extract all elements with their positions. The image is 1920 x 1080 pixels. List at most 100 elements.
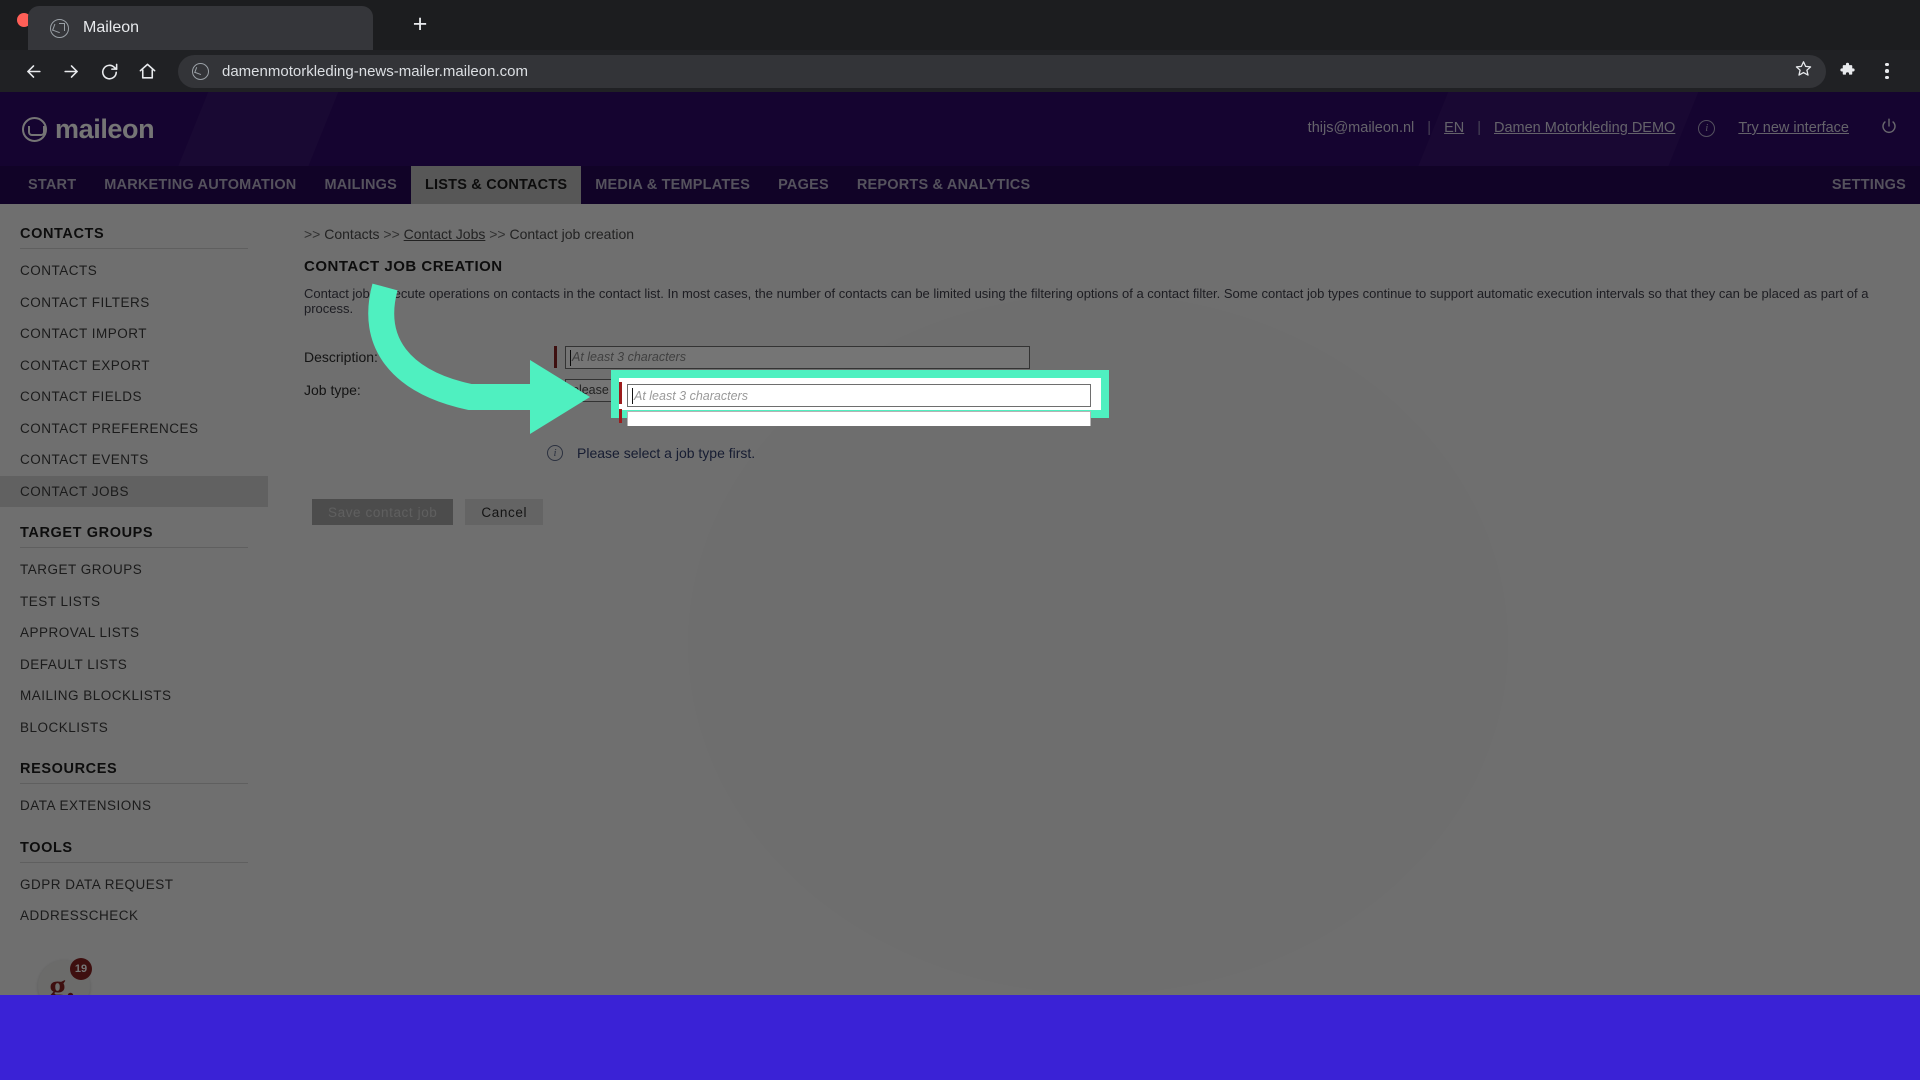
sidebar-group-target-groups: TARGET GROUPS TARGET GROUPS TEST LISTS A…	[0, 517, 268, 743]
kebab-menu-icon[interactable]	[1870, 54, 1904, 88]
back-arrow-icon[interactable]	[16, 54, 50, 88]
forward-arrow-icon[interactable]	[54, 54, 88, 88]
reload-icon[interactable]	[92, 54, 126, 88]
chevron-down-icon	[1015, 387, 1023, 393]
browser-tab[interactable]: Maileon	[28, 6, 373, 50]
account-selector[interactable]: Damen Motorkleding DEMO	[1494, 120, 1675, 136]
globe-icon	[50, 18, 69, 38]
page-viewport: maileon thijs@maileon.nl | EN | Damen Mo…	[0, 92, 1920, 1080]
form-row-description: Description: At least 3 characters	[304, 344, 1920, 370]
sidebar-item-approval-lists[interactable]: APPROVAL LISTS	[0, 617, 268, 649]
browser-toolbar: damenmotorkleding-news-mailer.maileon.co…	[0, 50, 1920, 92]
breadcrumb-item-contact-jobs[interactable]: Contact Jobs	[404, 226, 486, 242]
sidebar-item-target-groups[interactable]: TARGET GROUPS	[0, 554, 268, 586]
app-body: CONTACTS CONTACTS CONTACT FILTERS CONTAC…	[0, 204, 1920, 1067]
nav-item-start[interactable]: START	[14, 166, 90, 204]
sidebar: CONTACTS CONTACTS CONTACT FILTERS CONTAC…	[0, 204, 268, 1067]
required-marker	[554, 346, 557, 368]
bottom-accent-strip	[0, 995, 1920, 1080]
nav-item-pages[interactable]: PAGES	[764, 166, 843, 204]
maileon-application: maileon thijs@maileon.nl | EN | Damen Mo…	[0, 92, 1920, 1080]
save-contact-job-button[interactable]: Save contact job	[312, 499, 454, 525]
puzzle-icon[interactable]	[1830, 54, 1864, 88]
sidebar-divider	[20, 861, 248, 863]
sidebar-item-contact-fields[interactable]: CONTACT FIELDS	[0, 381, 268, 413]
home-icon[interactable]	[130, 54, 164, 88]
nav-item-reports-and-analytics[interactable]: REPORTS & ANALYTICS	[843, 166, 1045, 204]
browser-tabstrip: Maileon +	[0, 0, 1920, 50]
sidebar-item-contact-filters[interactable]: CONTACT FILTERS	[0, 287, 268, 319]
description-label: Description:	[304, 349, 378, 365]
description-input[interactable]: At least 3 characters	[565, 345, 1030, 369]
description-placeholder: At least 3 characters	[572, 350, 686, 364]
header-account-bar: thijs@maileon.nl | EN | Damen Motorkledi…	[1308, 117, 1898, 139]
sidebar-group-resources: RESOURCES DATA EXTENSIONS	[0, 753, 268, 822]
address-bar[interactable]: damenmotorkleding-news-mailer.maileon.co…	[178, 54, 1826, 88]
header-separator-2: |	[1477, 120, 1481, 136]
sidebar-item-blocklists[interactable]: BLOCKLISTS	[0, 712, 268, 744]
info-icon: i	[547, 445, 563, 461]
jobtype-hint-text: Please select a job type first.	[577, 445, 756, 461]
trust-badge-count: 19	[70, 957, 92, 980]
header-separator-1: |	[1427, 120, 1432, 136]
nav-item-mailings[interactable]: MAILINGS	[310, 166, 411, 204]
page-title: CONTACT JOB CREATION	[304, 258, 503, 275]
browser-chrome: Maileon + damenmotorkleding-news-mailer.…	[0, 0, 1920, 92]
browser-tab-title: Maileon	[83, 19, 140, 36]
language-selector[interactable]: EN	[1444, 120, 1464, 136]
text-caret	[570, 349, 571, 366]
jobtype-hint: i Please select a job type first.	[547, 445, 1920, 461]
jobtype-selected-value: please select	[572, 383, 645, 397]
breadcrumb: >> Contacts >> Contact Jobs >> Contact j…	[304, 226, 1920, 242]
required-marker	[554, 379, 557, 401]
breadcrumb-sep-2: >>	[383, 226, 400, 242]
main-content: >> Contacts >> Contact Jobs >> Contact j…	[268, 204, 1920, 1067]
sidebar-item-contact-events[interactable]: CONTACT EVENTS	[0, 444, 268, 476]
sidebar-divider	[20, 248, 248, 249]
sidebar-item-gdpr-data-request[interactable]: GDPR DATA REQUEST	[0, 869, 268, 901]
maileon-logo-icon	[22, 117, 47, 142]
sidebar-item-contact-import[interactable]: CONTACT IMPORT	[0, 318, 268, 350]
user-email: thijs@maileon.nl	[1307, 120, 1415, 136]
star-icon[interactable]	[1795, 60, 1812, 82]
nav-item-marketing-automation[interactable]: MARKETING AUTOMATION	[90, 166, 310, 204]
sidebar-item-contact-preferences[interactable]: CONTACT PREFERENCES	[0, 413, 268, 445]
form-actions: Save contact job Cancel	[312, 499, 1920, 525]
nav-item-settings[interactable]: SETTINGS	[1832, 166, 1906, 204]
breadcrumb-item-contacts[interactable]: Contacts	[324, 226, 379, 242]
nav-item-lists-and-contacts[interactable]: LISTS & CONTACTS	[410, 166, 582, 204]
jobtype-label: Job type:	[304, 382, 361, 398]
sidebar-group-title: RESOURCES	[20, 761, 118, 777]
sidebar-item-contacts[interactable]: CONTACTS	[0, 255, 268, 287]
sidebar-divider	[20, 783, 248, 784]
breadcrumb-sep-3: >>	[489, 226, 506, 242]
sidebar-group-tools: TOOLS GDPR DATA REQUEST ADDRESSCHECK	[0, 832, 268, 932]
sidebar-item-addresscheck[interactable]: ADDRESSCHECK	[0, 900, 268, 932]
try-new-interface-link[interactable]: Try new interface	[1738, 120, 1849, 136]
site-globe-icon	[192, 62, 209, 80]
jobtype-select[interactable]: please select	[565, 378, 1030, 402]
toolbar-right-actions	[1830, 54, 1904, 88]
info-icon[interactable]: i	[1698, 119, 1716, 137]
nav-item-media-and-templates[interactable]: MEDIA & TEMPLATES	[581, 166, 764, 204]
new-tab-button[interactable]: +	[405, 11, 435, 41]
sidebar-item-data-extensions[interactable]: DATA EXTENSIONS	[0, 790, 268, 822]
sidebar-group-contacts: CONTACTS CONTACTS CONTACT FILTERS CONTAC…	[0, 218, 268, 507]
page-description: Contact jobs execute operations on conta…	[304, 286, 1869, 316]
sidebar-group-title: CONTACTS	[20, 226, 105, 242]
app-header: maileon thijs@maileon.nl | EN | Damen Mo…	[0, 92, 1920, 166]
sidebar-group-title: TARGET GROUPS	[20, 525, 154, 541]
main-navigation: START MARKETING AUTOMATION MAILINGS LIST…	[0, 166, 1920, 204]
maileon-logo-text: maileon	[55, 114, 155, 144]
address-bar-url: damenmotorkleding-news-mailer.maileon.co…	[222, 62, 528, 80]
maileon-logo[interactable]: maileon	[22, 114, 155, 145]
sidebar-divider	[20, 547, 248, 548]
sidebar-item-test-lists[interactable]: TEST LISTS	[0, 586, 268, 618]
cancel-button[interactable]: Cancel	[465, 499, 544, 525]
sidebar-item-contact-export[interactable]: CONTACT EXPORT	[0, 350, 268, 382]
sidebar-item-contact-jobs[interactable]: CONTACT JOBS	[0, 475, 268, 507]
breadcrumb-item-current: Contact job creation	[509, 226, 635, 242]
sidebar-item-default-lists[interactable]: DEFAULT LISTS	[0, 649, 268, 681]
power-icon[interactable]	[1880, 117, 1898, 139]
sidebar-item-mailing-blocklists[interactable]: MAILING BLOCKLISTS	[0, 680, 268, 712]
